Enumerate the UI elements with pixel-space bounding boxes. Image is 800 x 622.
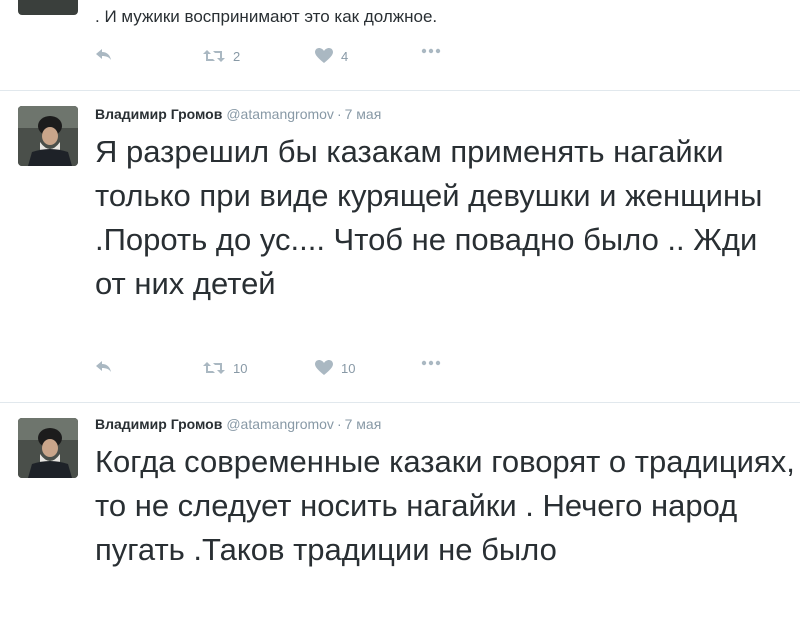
avatar-image	[18, 106, 78, 166]
author-handle[interactable]: @atamangromov	[226, 416, 334, 432]
retweet-count: 2	[233, 48, 241, 64]
reply-icon	[96, 361, 111, 372]
separator: ·	[336, 106, 342, 122]
more-button[interactable]	[421, 48, 441, 54]
retweet-button[interactable]: 10	[203, 360, 247, 376]
tweet-text: Когда современные казаки говорят о тради…	[95, 444, 795, 567]
author-handle[interactable]: @atamangromov	[226, 106, 334, 122]
separator: ·	[336, 416, 342, 432]
like-count: 4	[341, 48, 349, 64]
tweet-text: . И мужики воспринимают это как должное.	[95, 7, 438, 26]
tweet-text: Я разрешил бы казакам применять нагайки …	[95, 134, 763, 301]
avatar[interactable]	[18, 418, 78, 478]
tweet-header: Владимир Громов @atamangromov · 7 мая	[95, 416, 381, 432]
tweet-header: Владимир Громов @atamangromov · 7 мая	[95, 106, 381, 122]
tweet-3[interactable]: Владимир Громов @atamangromov · 7 мая Когда…	[0, 402, 800, 622]
tweet-2[interactable]: Владимир Громов @atamangromov · 7 мая Я раз…	[0, 90, 800, 403]
heart-icon	[315, 48, 333, 63]
more-icon	[421, 360, 441, 366]
reply-button[interactable]	[95, 360, 113, 374]
more-icon	[421, 48, 441, 54]
timestamp[interactable]: 7 мая	[345, 416, 382, 432]
tweet-actions: 10 10	[95, 360, 495, 384]
author-name[interactable]: Владимир Громов	[95, 416, 222, 432]
timestamp[interactable]: 7 мая	[345, 106, 382, 122]
like-button[interactable]: 4	[315, 48, 348, 64]
avatar[interactable]	[18, 106, 78, 166]
reply-icon	[96, 49, 111, 60]
avatar[interactable]	[18, 0, 78, 15]
reply-button[interactable]	[95, 48, 113, 62]
avatar-image	[18, 418, 78, 478]
retweet-icon	[203, 50, 225, 62]
heart-icon	[315, 360, 333, 375]
like-count: 10	[341, 360, 356, 376]
like-button[interactable]: 10	[315, 360, 355, 376]
more-button[interactable]	[421, 360, 441, 366]
author-name[interactable]: Владимир Громов	[95, 106, 222, 122]
tweet-actions: 2 4	[95, 48, 495, 72]
retweet-button[interactable]: 2	[203, 48, 240, 64]
tweet-1[interactable]: . И мужики воспринимают это как должное.…	[0, 0, 800, 91]
retweet-icon	[203, 362, 225, 374]
retweet-count: 10	[233, 360, 248, 376]
